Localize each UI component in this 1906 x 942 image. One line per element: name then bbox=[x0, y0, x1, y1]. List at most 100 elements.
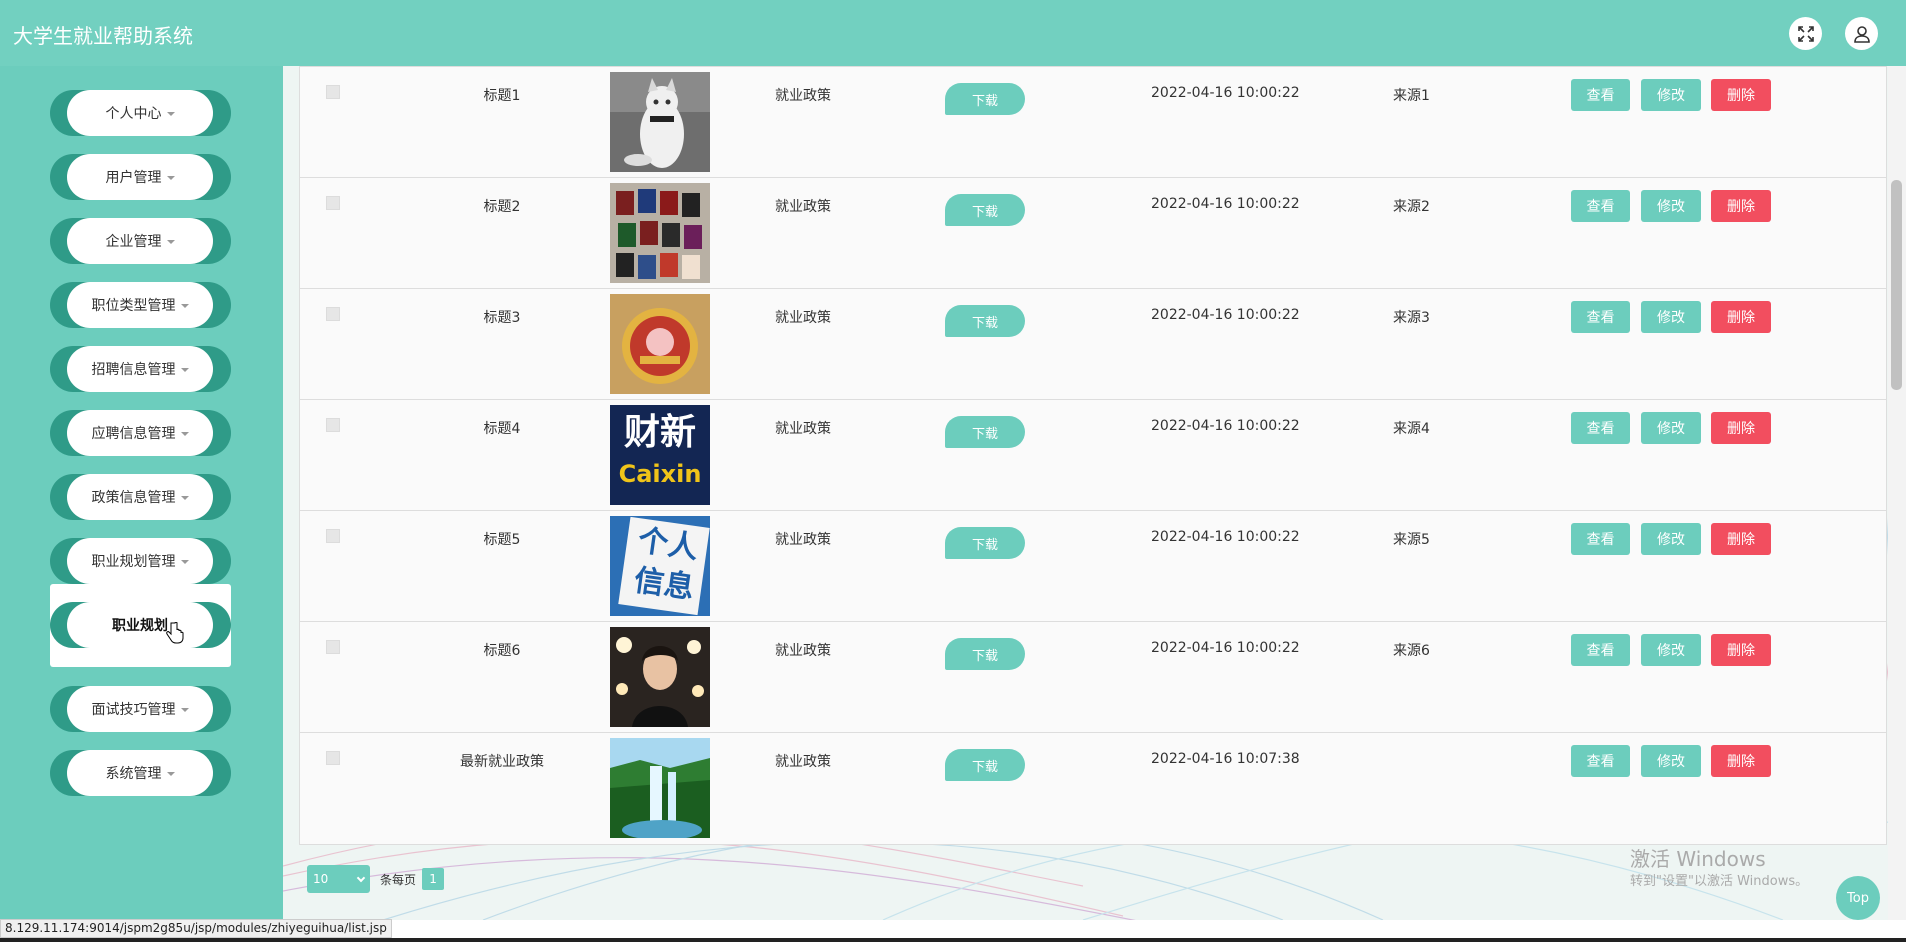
edit-button[interactable]: 修改 bbox=[1641, 745, 1701, 777]
time-cell: 2022-04-16 10:00:22 bbox=[1151, 418, 1300, 434]
view-button[interactable]: 查看 bbox=[1571, 745, 1630, 777]
chevron-down-icon bbox=[356, 873, 366, 883]
chevron-down-icon bbox=[166, 772, 175, 776]
edit-button[interactable]: 修改 bbox=[1641, 190, 1701, 222]
download-button[interactable]: 下载 bbox=[945, 749, 1025, 781]
edit-button[interactable]: 修改 bbox=[1641, 523, 1701, 555]
sidebar-item-policy-management[interactable]: 政策信息管理 bbox=[50, 474, 231, 520]
download-button[interactable]: 下载 bbox=[945, 83, 1025, 115]
row-image bbox=[610, 183, 710, 283]
page-size-value: 10 bbox=[313, 872, 329, 886]
time-cell: 2022-04-16 10:00:22 bbox=[1151, 529, 1300, 545]
sidebar-item-label: 政策信息管理 bbox=[91, 490, 176, 506]
delete-button[interactable]: 删除 bbox=[1711, 79, 1771, 111]
type-cell: 就业政策 bbox=[775, 421, 831, 437]
time-cell: 2022-04-16 10:07:38 bbox=[1151, 751, 1300, 767]
submenu-career-planning: 职业规划 bbox=[50, 584, 231, 667]
row-image bbox=[610, 72, 710, 172]
scrollbar-thumb[interactable] bbox=[1891, 180, 1902, 390]
sidebar-item-job-type-management[interactable]: 职位类型管理 bbox=[50, 282, 231, 328]
row-checkbox[interactable] bbox=[326, 196, 340, 210]
delete-button[interactable]: 删除 bbox=[1711, 634, 1771, 666]
row-image: 财新 Caixin bbox=[610, 405, 710, 505]
title-cell: 标题4 bbox=[483, 421, 521, 437]
row-checkbox[interactable] bbox=[326, 418, 340, 432]
sidebar-item-interview-tips-management[interactable]: 面试技巧管理 bbox=[50, 686, 231, 732]
chevron-down-icon bbox=[180, 708, 189, 712]
title-cell: 标题5 bbox=[483, 532, 521, 548]
sidebar-item-system-management[interactable]: 系统管理 bbox=[50, 750, 231, 796]
policy-table: 标题1 就业政策 下载 2022-04-16 10:00:22 来源1 查看 修… bbox=[299, 66, 1887, 845]
row-checkbox[interactable] bbox=[326, 640, 340, 654]
sidebar-item-recruitment-management[interactable]: 招聘信息管理 bbox=[50, 346, 231, 392]
table-row: 标题6 就业政策 下载 2022-04-16 10:00:22 来源6 查看 修… bbox=[300, 622, 1886, 733]
sidebar-item-label: 应聘信息管理 bbox=[91, 426, 176, 442]
type-cell: 就业政策 bbox=[775, 532, 831, 548]
delete-button[interactable]: 删除 bbox=[1711, 745, 1771, 777]
table-row: 标题2 就业政策 下载 2022-04-16 10:00:22 来源2 查看 修… bbox=[300, 178, 1886, 289]
sidebar-item-user-management[interactable]: 用户管理 bbox=[50, 154, 231, 200]
source-cell: 来源2 bbox=[1393, 199, 1430, 215]
title-cell: 标题1 bbox=[483, 88, 521, 104]
type-cell: 就业政策 bbox=[775, 199, 831, 215]
title-cell: 标题6 bbox=[483, 643, 521, 659]
edit-button[interactable]: 修改 bbox=[1641, 301, 1701, 333]
table-row: 最新就业政策 就业政策 下载 2022-04-16 10:07:38 查看 修改… bbox=[300, 733, 1886, 844]
type-cell: 就业政策 bbox=[775, 754, 831, 770]
chevron-down-icon bbox=[180, 368, 189, 372]
download-button[interactable]: 下载 bbox=[945, 527, 1025, 559]
view-button[interactable]: 查看 bbox=[1571, 523, 1630, 555]
back-to-top-button[interactable]: Top bbox=[1836, 876, 1880, 920]
title-cell: 标题2 bbox=[483, 199, 521, 215]
download-button[interactable]: 下载 bbox=[945, 638, 1025, 670]
chevron-down-icon bbox=[166, 112, 175, 116]
download-button[interactable]: 下载 bbox=[945, 305, 1025, 337]
source-cell: 来源5 bbox=[1393, 532, 1430, 548]
view-button[interactable]: 查看 bbox=[1571, 79, 1630, 111]
view-button[interactable]: 查看 bbox=[1571, 190, 1630, 222]
row-checkbox[interactable] bbox=[326, 307, 340, 321]
edit-button[interactable]: 修改 bbox=[1641, 79, 1701, 111]
download-button[interactable]: 下载 bbox=[945, 416, 1025, 448]
view-button[interactable]: 查看 bbox=[1571, 634, 1630, 666]
delete-button[interactable]: 删除 bbox=[1711, 190, 1771, 222]
delete-button[interactable]: 删除 bbox=[1711, 301, 1771, 333]
view-button[interactable]: 查看 bbox=[1571, 301, 1630, 333]
row-checkbox[interactable] bbox=[326, 529, 340, 543]
chevron-down-icon bbox=[166, 240, 175, 244]
hand-cursor-icon bbox=[166, 622, 184, 644]
page-number-button[interactable]: 1 bbox=[422, 868, 445, 890]
status-bar-url: 8.129.11.174:9014/jspm2g85u/jsp/modules/… bbox=[0, 919, 392, 938]
download-button[interactable]: 下载 bbox=[945, 194, 1025, 226]
chevron-down-icon bbox=[166, 176, 175, 180]
delete-button[interactable]: 删除 bbox=[1711, 412, 1771, 444]
sidebar-item-label: 职位类型管理 bbox=[91, 298, 176, 314]
row-checkbox[interactable] bbox=[326, 751, 340, 765]
sidebar-item-application-management[interactable]: 应聘信息管理 bbox=[50, 410, 231, 456]
sidebar-item-label: 个人中心 bbox=[105, 106, 162, 122]
row-checkbox[interactable] bbox=[326, 85, 340, 99]
image-text-cn: 财新 bbox=[623, 412, 696, 453]
main-content: 标题1 就业政策 下载 2022-04-16 10:00:22 来源1 查看 修… bbox=[283, 66, 1906, 920]
sidebar-item-label: 职业规划管理 bbox=[91, 554, 176, 570]
sidebar-item-career-planning-management[interactable]: 职业规划管理 bbox=[50, 538, 231, 584]
title-cell: 标题3 bbox=[483, 310, 521, 326]
page-size-select[interactable]: 10 bbox=[307, 865, 370, 893]
delete-button[interactable]: 删除 bbox=[1711, 523, 1771, 555]
edit-button[interactable]: 修改 bbox=[1641, 634, 1701, 666]
view-button[interactable]: 查看 bbox=[1571, 412, 1630, 444]
edit-button[interactable]: 修改 bbox=[1641, 412, 1701, 444]
type-cell: 就业政策 bbox=[775, 310, 831, 326]
sidebar: 个人中心 用户管理 企业管理 职位类型管理 招聘信息管理 应聘信息管理 政策信息… bbox=[0, 66, 283, 920]
time-cell: 2022-04-16 10:00:22 bbox=[1151, 85, 1300, 101]
per-page-label: 条每页 bbox=[380, 872, 417, 887]
row-image bbox=[610, 627, 710, 727]
sidebar-item-company-management[interactable]: 企业管理 bbox=[50, 218, 231, 264]
user-icon[interactable] bbox=[1845, 17, 1878, 50]
image-text-en: Caixin bbox=[618, 460, 702, 488]
submenu-item-career-planning[interactable]: 职业规划 bbox=[50, 602, 231, 648]
row-image bbox=[610, 738, 710, 838]
chevron-down-icon bbox=[180, 560, 189, 564]
sidebar-item-personal-center[interactable]: 个人中心 bbox=[50, 90, 231, 136]
fullscreen-icon[interactable] bbox=[1789, 17, 1822, 50]
